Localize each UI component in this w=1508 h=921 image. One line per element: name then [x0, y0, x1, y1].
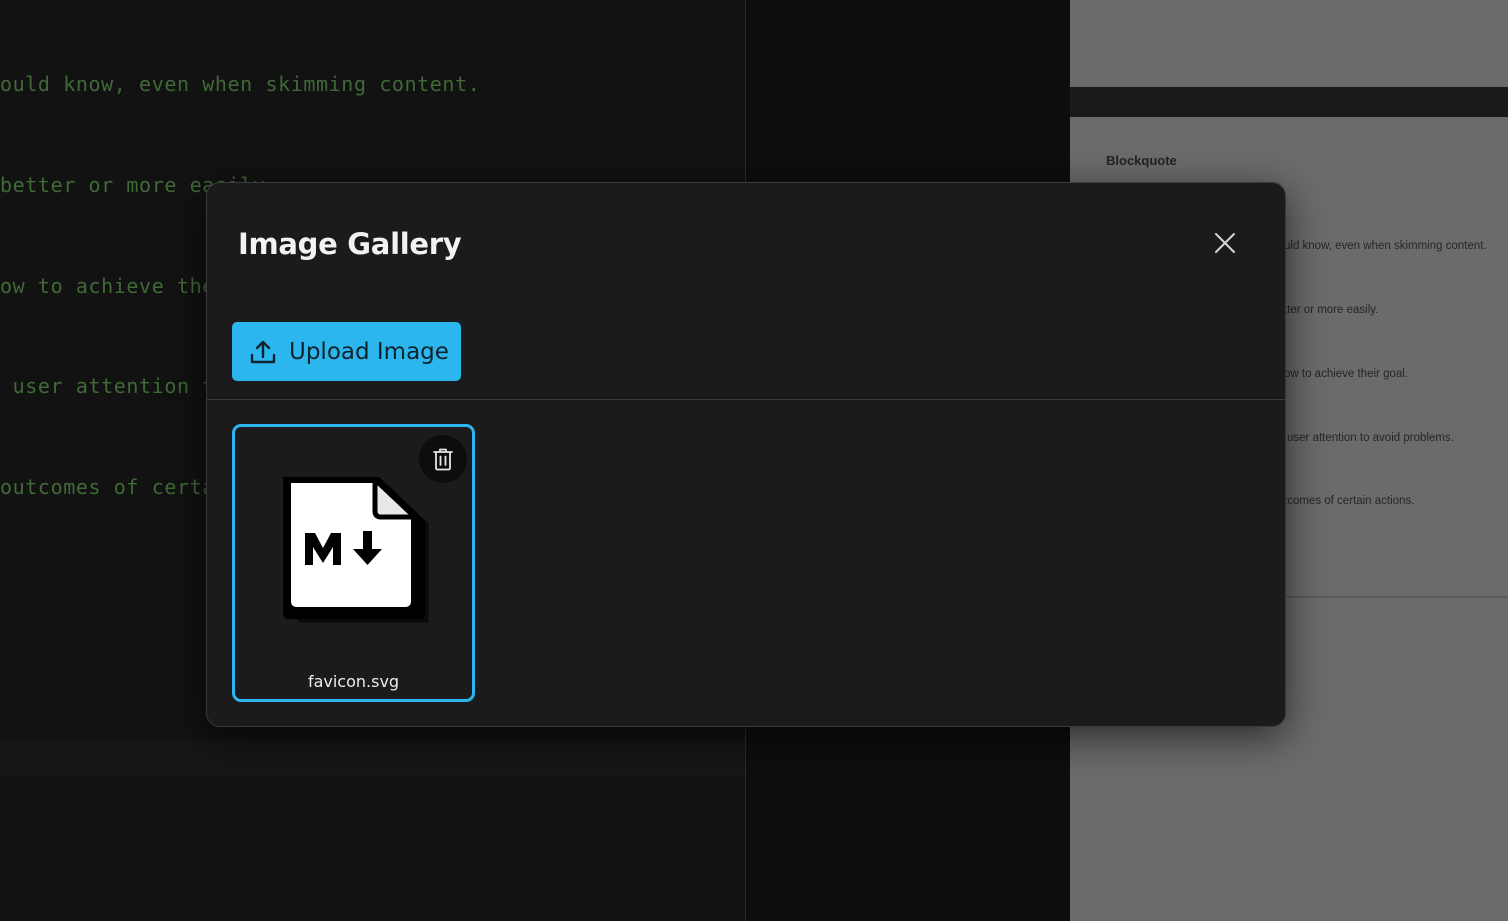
preview-line: uld know, even when skimming content.	[1284, 240, 1487, 252]
preview-line: tter or more easily.	[1284, 304, 1379, 316]
upload-icon	[249, 338, 277, 366]
preview-top-block	[1070, 0, 1508, 87]
editor-line: ould know, even when skimming content.	[0, 72, 481, 96]
upload-button-label: Upload Image	[289, 338, 449, 365]
preview-line: tcomes of certain actions.	[1284, 495, 1415, 507]
close-icon	[1215, 233, 1235, 253]
close-button[interactable]	[1209, 227, 1241, 259]
preview-line: ow to achieve their goal.	[1284, 368, 1409, 380]
preview-separator	[1070, 87, 1508, 117]
modal-title: Image Gallery	[238, 227, 462, 261]
delete-image-button[interactable]	[419, 435, 467, 483]
trash-icon	[433, 448, 453, 471]
image-file-name: favicon.svg	[307, 672, 400, 691]
gallery-image-card[interactable]: favicon.svg	[232, 424, 475, 702]
image-gallery-modal: Image Gallery Upload Image favicon.svg	[206, 182, 1286, 727]
preview-line: user attention to avoid problems.	[1287, 432, 1454, 444]
modal-divider	[207, 399, 1285, 400]
preview-heading: Blockquote	[1106, 153, 1177, 168]
upload-image-button[interactable]: Upload Image	[232, 322, 461, 381]
markdown-file-icon	[279, 473, 429, 623]
editor-bottom-band	[0, 740, 745, 776]
